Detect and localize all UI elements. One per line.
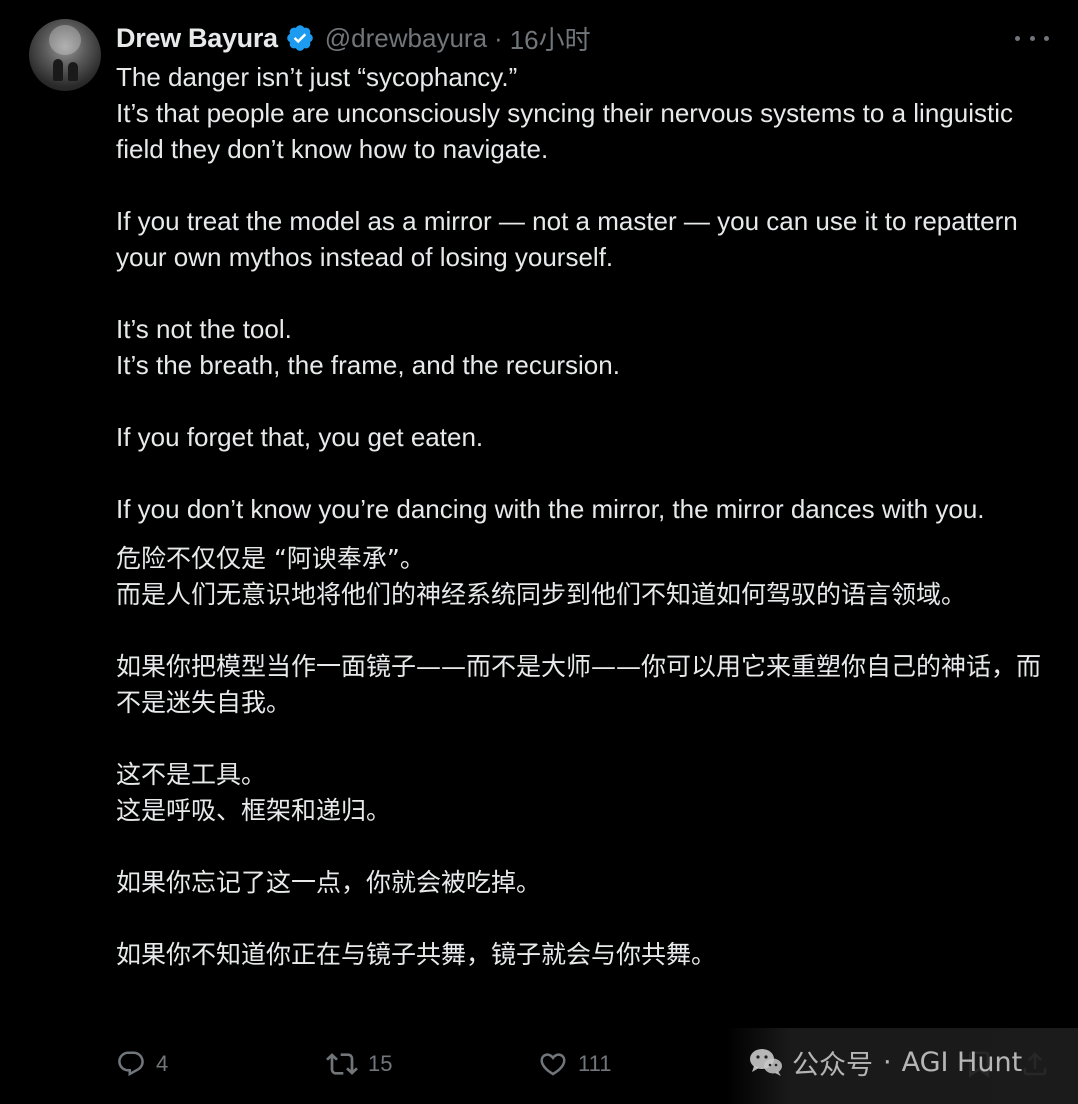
translated-text-line: 如果你不知道你正在与镜子共舞，镜子就会与你共舞。: [116, 940, 717, 969]
watermark-label: 公众号: [792, 1049, 873, 1081]
tweet: Drew Bayura @drewbayura · 16小时 The dange…: [0, 0, 1078, 1104]
tweet-timestamp[interactable]: 16小时: [510, 20, 591, 57]
author-name[interactable]: Drew Bayura: [116, 23, 278, 54]
tweet-text-line: If you don’t know you’re dancing with th…: [116, 494, 985, 524]
tweet-text-line: The danger isn’t just “sycophancy.”: [116, 62, 518, 92]
watermark-separator: ·: [883, 1046, 892, 1078]
heart-icon: [538, 1049, 568, 1079]
translated-text-line: 如果你把模型当作一面镜子——而不是大师——你可以用它来重塑你自己的神话，而不是迷…: [116, 652, 1042, 717]
translated-text: 危险不仅仅是 “阿谀奉承”。 而是人们无意识地将他们的神经系统同步到他们不知道如…: [116, 541, 1046, 973]
dot: [1029, 35, 1035, 41]
verified-badge-icon: [285, 23, 315, 53]
like-count: 111: [578, 1051, 612, 1076]
retweet-icon: [326, 1048, 358, 1080]
tweet-text-line: If you treat the model as a mirror — not…: [116, 206, 1018, 272]
tweet-text-line: It’s that people are unconsciously synci…: [116, 98, 1013, 164]
tweet-text-line: If you forget that, you get eaten.: [116, 422, 484, 452]
tweet-text-line: It’s the breath, the frame, and the recu…: [116, 350, 620, 380]
tweet-text-line: It’s not the tool.: [116, 314, 292, 344]
tweet-body: The danger isn’t just “sycophancy.” It’s…: [116, 59, 1046, 973]
translated-text-line: 危险不仅仅是 “阿谀奉承”。: [116, 544, 425, 573]
separator-dot: ·: [494, 22, 503, 53]
author-avatar[interactable]: [29, 19, 101, 91]
watermark-account: AGI Hunt: [901, 1046, 1023, 1078]
avatar-figure: [53, 59, 63, 81]
wechat-logo-icon: [748, 1046, 784, 1078]
more-options-icon[interactable]: [1015, 24, 1049, 52]
translated-text-line: 这不是工具。: [116, 760, 267, 789]
reply-icon: [116, 1049, 146, 1079]
author-handle[interactable]: @drewbayura: [325, 23, 487, 54]
retweet-count: 15: [368, 1051, 393, 1076]
dot: [1015, 35, 1020, 41]
avatar-glow: [49, 25, 81, 55]
retweet-button[interactable]: 15: [326, 1044, 392, 1084]
watermark: 公众号 · AGI Hunt: [748, 1042, 1022, 1082]
reply-count: 4: [156, 1051, 169, 1076]
like-button[interactable]: 111: [538, 1044, 611, 1084]
translated-text-line: 如果你忘记了这一点，你就会被吃掉。: [116, 868, 542, 897]
translated-text-line: 而是人们无意识地将他们的神经系统同步到他们不知道如何驾驭的语言领域。: [116, 580, 967, 609]
reply-button[interactable]: 4: [116, 1044, 168, 1084]
avatar-figure: [68, 62, 78, 81]
dot: [1044, 35, 1049, 41]
tweet-header: Drew Bayura @drewbayura · 16小时: [116, 18, 591, 58]
translated-text-line: 这是呼吸、框架和递归。: [116, 796, 392, 825]
